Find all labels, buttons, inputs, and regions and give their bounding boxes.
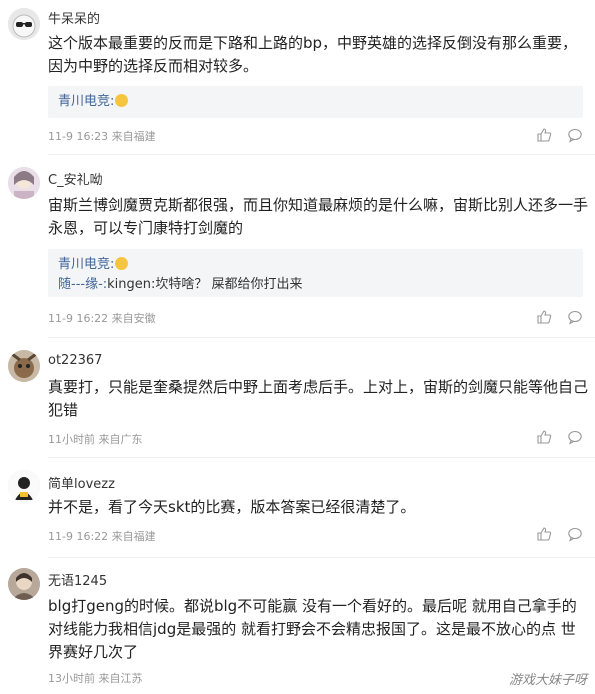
comment-meta: 11小时前 来自广东 — [48, 433, 143, 446]
avatar[interactable] — [8, 568, 40, 600]
emoji-icon — [115, 257, 129, 270]
comment-text: 宙斯兰博剑魔贾克斯都很强，而且你知道最麻烦的是什么嘛，宙斯比别人还多一手永恩，可… — [48, 196, 589, 237]
speech-bubble-icon[interactable] — [567, 127, 583, 143]
thumbs-up-icon[interactable] — [536, 309, 552, 325]
username[interactable]: C_安礼呦 — [48, 169, 103, 188]
speech-bubble-icon[interactable] — [567, 429, 583, 445]
comment-text: 这个版本最重要的反而是下路和上路的bp，中野英雄的选择反倒没有那么重要，因为中野… — [48, 34, 578, 75]
comment-meta: 11-9 16:22 来自安徽 — [48, 312, 156, 325]
comment-text: 并不是，看了今天skt的比赛，版本答案已经很清楚了。 — [48, 498, 416, 516]
username[interactable]: ot22367 — [48, 353, 102, 368]
reply-username[interactable]: 青川电竞: — [58, 257, 114, 272]
reply-text: kingen:坎特啥？ 屎都给你打出来 — [107, 277, 303, 292]
avatar[interactable] — [8, 167, 40, 199]
comment-item: 简单lovezz 并不是，看了今天skt的比赛，版本答案已经很清楚了。 11-9… — [0, 458, 595, 558]
speech-bubble-icon[interactable] — [567, 309, 583, 325]
speech-bubble-icon[interactable] — [567, 526, 583, 542]
reply-username[interactable]: 随---缘-: — [58, 277, 107, 292]
comment-item: ot22367 真要打，只能是奎桑提然后中野上面考虑后手。上对上，宙斯的剑魔只能… — [0, 338, 595, 458]
comment-item: 无语1245 blg打geng的时候。都说blg不可能赢 没有一个看好的。最后呢… — [0, 558, 595, 694]
thumbs-up-icon[interactable] — [536, 526, 552, 542]
avatar-image — [8, 167, 40, 199]
emoji-icon — [115, 94, 129, 107]
avatar[interactable] — [8, 470, 40, 502]
avatar-image — [8, 568, 40, 600]
comment-item: 牛呆呆的 这个版本最重要的反而是下路和上路的bp，中野英雄的选择反倒没有那么重要… — [0, 0, 595, 155]
comment-item: C_安礼呦 宙斯兰博剑魔贾克斯都很强，而且你知道最麻烦的是什么嘛，宙斯比别人还多… — [0, 155, 595, 338]
username[interactable]: 无语1245 — [48, 570, 107, 589]
avatar[interactable] — [8, 8, 40, 40]
watermark: 游戏大妹子呀 — [508, 673, 587, 688]
avatar-image — [8, 470, 40, 502]
username[interactable]: 简单lovezz — [48, 473, 115, 492]
avatar-image — [8, 8, 40, 40]
thumbs-up-icon[interactable] — [536, 127, 552, 143]
comment-text: blg打geng的时候。都说blg不可能赢 没有一个看好的。最后呢 就用自己拿手… — [48, 597, 577, 661]
comment-meta: 11-9 16:23 来自福建 — [48, 130, 156, 143]
comment-meta: 13小时前 来自江苏 — [48, 672, 143, 685]
comment-text: 真要打，只能是奎桑提然后中野上面考虑后手。上对上，宙斯的剑魔只能等他自己犯错 — [48, 378, 589, 419]
username[interactable]: 牛呆呆的 — [48, 8, 100, 27]
reply-username[interactable]: 青川电竞: — [58, 94, 114, 109]
avatar[interactable] — [8, 350, 40, 382]
reply-quote[interactable]: 青川电竞: — [48, 86, 583, 118]
comment-meta: 11-9 16:22 来自福建 — [48, 530, 156, 543]
thumbs-up-icon[interactable] — [536, 429, 552, 445]
avatar-image — [8, 350, 40, 382]
reply-quote[interactable]: 青川电竞: 随---缘-:kingen:坎特啥？ 屎都给你打出来 — [48, 249, 583, 297]
